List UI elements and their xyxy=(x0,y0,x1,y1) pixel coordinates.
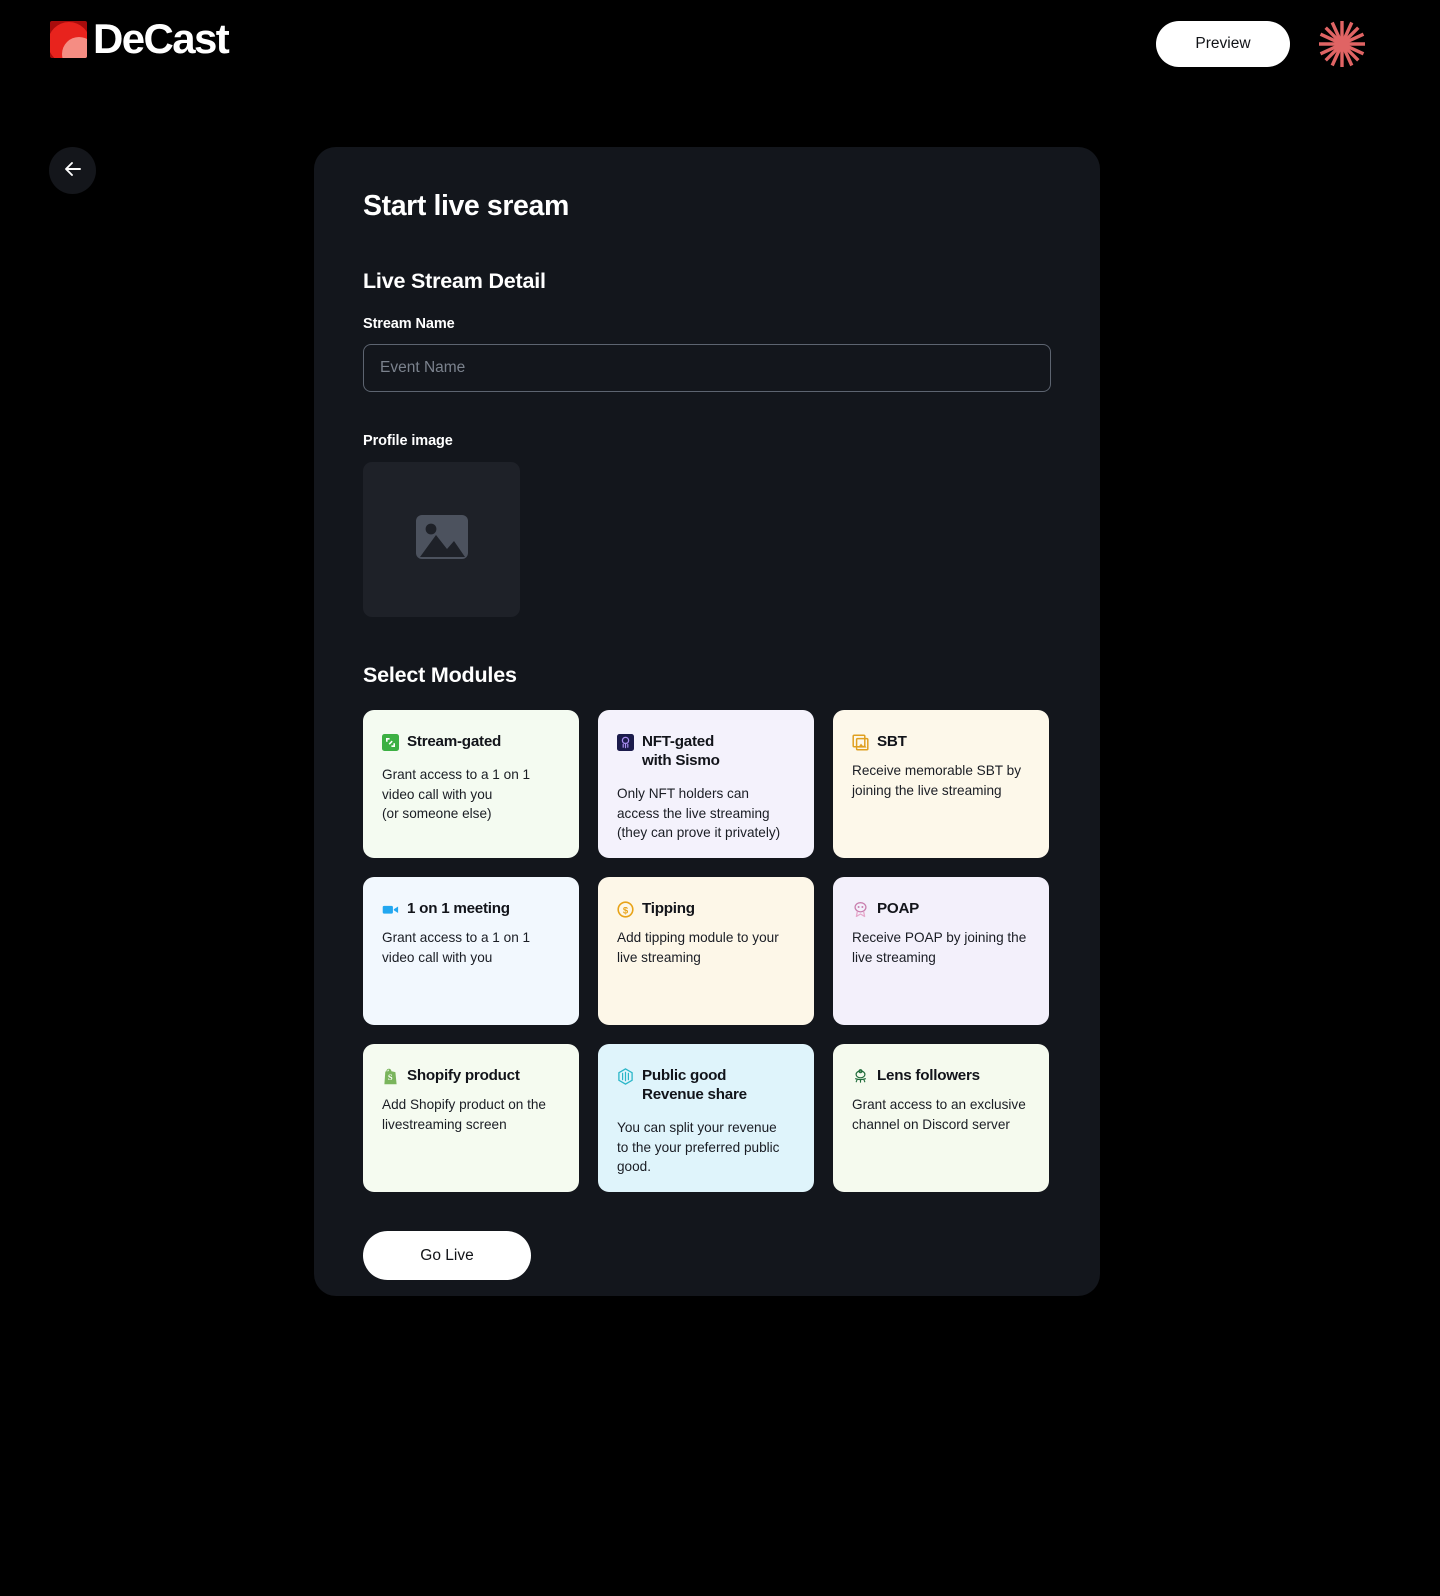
shopify-bag-icon: S xyxy=(382,1068,399,1085)
asterisk-burst-icon[interactable] xyxy=(1316,18,1368,70)
module-card-poap[interactable]: POAP Receive POAP by joining the live st… xyxy=(833,877,1049,1026)
back-button[interactable] xyxy=(49,147,96,194)
module-title: Tipping xyxy=(642,900,695,918)
app-root: DeCast Preview Start live sream Live Str… xyxy=(0,0,1440,1596)
top-bar: DeCast Preview xyxy=(0,0,1440,88)
lens-tree-icon xyxy=(852,1068,869,1085)
module-description: Grant access to an exclusive channel on … xyxy=(852,1097,1026,1132)
module-card-public-good-revenue-share[interactable]: Public good Revenue share You can split … xyxy=(598,1044,814,1193)
profile-image-upload[interactable] xyxy=(363,462,520,618)
module-card-1-on-1-meeting[interactable]: 1 on 1 meeting Grant access to a 1 on 1 … xyxy=(363,877,579,1026)
module-title: SBT xyxy=(877,733,907,751)
go-live-row: Go Live xyxy=(363,1231,1051,1324)
arrow-left-icon xyxy=(62,158,84,183)
sismo-icon xyxy=(617,734,634,752)
hexagon-cube-icon xyxy=(617,1068,634,1086)
brand-logo[interactable]: DeCast xyxy=(50,15,230,62)
modules-grid: Stream-gated Grant access to a 1 on 1 vi… xyxy=(363,710,1051,1193)
module-card-sbt[interactable]: SBT Receive memorable SBT by joining the… xyxy=(833,710,1049,859)
preview-button[interactable]: Preview xyxy=(1156,21,1290,67)
module-title: Stream-gated xyxy=(407,733,502,751)
go-live-button[interactable]: Go Live xyxy=(363,1231,531,1281)
module-title: 1 on 1 meeting xyxy=(407,900,510,918)
module-description: Receive memorable SBT by joining the liv… xyxy=(852,763,1021,798)
module-card-nft-gated-with-sismo[interactable]: NFT-gated with Sismo Only NFT holders ca… xyxy=(598,710,814,859)
video-camera-icon xyxy=(382,901,399,918)
module-description: Add tipping module to your live streamin… xyxy=(617,930,779,965)
stream-name-label: Stream Name xyxy=(363,316,455,333)
module-description: Grant access to a 1 on 1 video call with… xyxy=(382,767,531,822)
stream-gated-icon xyxy=(382,734,399,752)
coin-dollar-icon: $ xyxy=(617,901,634,918)
stream-name-input[interactable] xyxy=(363,344,1051,393)
module-title: Lens followers xyxy=(877,1067,980,1085)
module-description: Add Shopify product on the livestreaming… xyxy=(382,1097,546,1132)
module-description: You can split your revenue to the your p… xyxy=(617,1120,780,1175)
poap-badge-icon xyxy=(852,901,869,918)
section-title-select-modules: Select Modules xyxy=(363,663,517,688)
svg-text:$: $ xyxy=(623,906,629,917)
image-placeholder-icon xyxy=(414,513,470,566)
module-title: Shopify product xyxy=(407,1067,520,1085)
section-title-live-stream-detail: Live Stream Detail xyxy=(363,269,546,294)
module-card-lens-followers[interactable]: Lens followers Grant access to an exclus… xyxy=(833,1044,1049,1193)
module-description: Grant access to a 1 on 1 video call with… xyxy=(382,930,531,965)
decast-logo-icon xyxy=(50,20,87,58)
module-card-tipping[interactable]: $ Tipping Add tipping module to your liv… xyxy=(598,877,814,1026)
module-description: Only NFT holders can access the live str… xyxy=(617,786,781,841)
profile-image-label: Profile image xyxy=(363,433,453,450)
module-card-shopify-product[interactable]: S Shopify product Add Shopify product on… xyxy=(363,1044,579,1193)
module-description: Receive POAP by joining the live streami… xyxy=(852,930,1027,965)
svg-text:S: S xyxy=(387,1073,392,1083)
brand-name: DeCast xyxy=(93,15,230,62)
live-stream-form-card: Start live sream Live Stream Detail Stre… xyxy=(314,147,1100,1296)
module-title: Public good Revenue share xyxy=(642,1067,747,1104)
module-card-stream-gated[interactable]: Stream-gated Grant access to a 1 on 1 vi… xyxy=(363,710,579,859)
module-title: POAP xyxy=(877,900,920,918)
module-title: NFT-gated with Sismo xyxy=(642,733,720,770)
sbt-stacked-images-icon xyxy=(852,734,869,751)
page-title: Start live sream xyxy=(363,190,569,222)
